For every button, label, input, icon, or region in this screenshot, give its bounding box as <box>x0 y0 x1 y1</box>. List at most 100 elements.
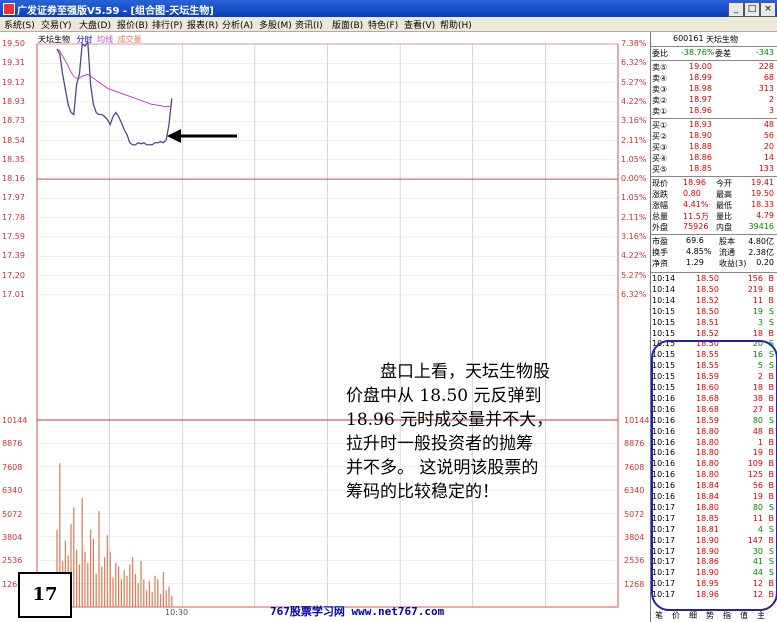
stat-row: 市盈 69.6 股本 4.80亿 <box>651 236 777 247</box>
panel-cell: 10:15 <box>652 350 676 360</box>
panel-tab[interactable]: 值 <box>740 610 748 621</box>
panel-cell: 10:15 <box>652 372 676 382</box>
panel-cell: B <box>768 535 775 545</box>
volume-tick-label-right: 10144 <box>624 416 650 425</box>
panel-cell: 18.50 <box>696 306 719 316</box>
title-bar: 广发证券至强版V5.59 - [组合图-天坛生物] _ □ × <box>0 0 777 17</box>
pct-tick-label: 5.27% <box>621 77 647 87</box>
tick-row: 10:16 18.84 19 B <box>651 492 777 503</box>
panel-cell: 18.93 <box>689 120 712 129</box>
annotation-line: 拉升时一般投资者的抛筹 <box>346 434 533 454</box>
close-button[interactable]: × <box>760 2 776 17</box>
tick-row: 10:16 18.59 80 S <box>651 416 777 427</box>
menu-system[interactable]: 系统(S) <box>4 18 35 31</box>
panel-cell: 125 <box>747 470 763 480</box>
tick-row: 10:15 18.52 18 B <box>651 329 777 340</box>
price-tick-label: 18.35 <box>2 154 25 164</box>
panel-cell: 卖③ <box>652 85 668 94</box>
panel-cell: S <box>768 350 774 360</box>
menu-analysis[interactable]: 分析(A) <box>222 18 253 31</box>
panel-tab[interactable]: 指 <box>723 610 731 621</box>
menu-quote[interactable]: 报价(B) <box>117 18 148 31</box>
panel-cell: 10:14 <box>652 274 676 283</box>
tick-row: 10:15 18.50 20 S <box>651 339 777 350</box>
panel-cell: 10:17 <box>652 513 676 523</box>
panel-cell: 10:17 <box>652 568 676 578</box>
panel-cell: 11 <box>752 513 763 523</box>
menu-help[interactable]: 帮助(H) <box>440 18 472 31</box>
panel-cell: 买① <box>652 121 668 130</box>
panel-cell: 18.55 <box>696 361 719 371</box>
menu-multi[interactable]: 多股(M) <box>259 18 292 31</box>
panel-cell: S <box>768 306 774 316</box>
panel-cell: 10:14 <box>652 284 676 294</box>
panel-cell: 600161 <box>673 34 704 43</box>
panel-cell: 3 <box>757 317 763 327</box>
tick-row: 10:15 18.60 18 B <box>651 383 777 394</box>
panel-tab[interactable]: 势 <box>706 610 714 621</box>
panel-cell: 委差 <box>715 49 731 58</box>
panel-cell: B <box>768 295 775 305</box>
volume-tick-label-right: 8876 <box>624 439 645 449</box>
panel-cell: 19.41 <box>751 178 774 187</box>
intraday-chart-area[interactable]: 天坛生物 分时 均线 成交量 19.50 7.38% 19.31 6.32% 19.12… <box>0 32 651 622</box>
menu-special[interactable]: 特色(F) <box>368 18 398 31</box>
panel-cell: 228 <box>758 62 774 71</box>
price-tick-label: 17.39 <box>2 251 25 261</box>
menu-view[interactable]: 查看(V) <box>404 18 435 31</box>
panel-cell: 0.80 <box>683 189 701 198</box>
panel-cell: S <box>768 546 774 556</box>
bid-row: 买③ 18.88 20 <box>651 142 777 153</box>
price-tick-label: 19.31 <box>2 58 25 68</box>
menu-report[interactable]: 报表(R) <box>187 18 218 31</box>
panel-cell: 18.33 <box>751 200 774 209</box>
panel-cell: 净资 <box>652 259 668 268</box>
panel-cell: 3 <box>768 106 774 115</box>
pct-tick-label: 3.16% <box>621 116 647 126</box>
tick-row: 10:17 18.90 44 S <box>651 568 777 579</box>
panel-cell: 买⑤ <box>652 165 668 174</box>
panel-tab[interactable]: 细 <box>689 610 697 621</box>
panel-tab[interactable]: 价 <box>672 610 680 621</box>
menu-news[interactable]: 资讯(I) <box>295 18 323 31</box>
panel-cell: 16 <box>752 350 763 360</box>
panel-cell: 18.96 <box>696 590 719 600</box>
panel-cell: 19 <box>752 492 763 501</box>
menu-rank[interactable]: 排行(P) <box>152 18 182 31</box>
panel-cell: 10:17 <box>652 524 676 534</box>
panel-cell: 换手 <box>652 248 668 257</box>
tick-row: 10:17 18.86 41 S <box>651 557 777 568</box>
tick-row: 10:17 18.90 30 S <box>651 547 777 558</box>
price-tick-label: 17.20 <box>2 270 25 280</box>
panel-divider <box>651 234 777 235</box>
window-title: 广发证券至强版V5.59 - [组合图-天坛生物] <box>17 6 214 17</box>
axis-labels: 19.50 7.38% 19.31 6.32% 19.12 5.27% 18.93 4.22%… <box>0 32 650 622</box>
panel-cell: 109 <box>747 459 763 469</box>
panel-cell: 4.79 <box>756 211 774 220</box>
price-tick-label: 17.78 <box>2 212 25 222</box>
tick-row: 10:15 18.59 2 B <box>651 372 777 383</box>
maximize-button[interactable]: □ <box>744 2 760 17</box>
bid-row: 买① 18.93 48 <box>651 120 777 131</box>
tick-row: 10:16 18.68 27 B <box>651 405 777 416</box>
panel-cell: B <box>768 426 775 436</box>
panel-cell: 1 <box>757 437 763 447</box>
menu-market[interactable]: 大盘(D) <box>79 18 111 31</box>
panel-cell: 18.51 <box>696 317 719 327</box>
panel-cell: 18.60 <box>696 383 719 392</box>
bid-row: 买② 18.90 56 <box>651 131 777 142</box>
minimize-button[interactable]: _ <box>728 2 744 17</box>
panel-cell: -343 <box>755 48 774 57</box>
volume-tick-label-right: 5072 <box>624 509 645 519</box>
panel-cell: 133 <box>758 164 774 173</box>
panel-tab[interactable]: 主 <box>757 610 765 621</box>
panel-cell: 20 <box>752 339 763 349</box>
panel-cell: 18.59 <box>696 372 719 382</box>
panel-cell: 流通 <box>719 248 735 257</box>
menu-trade[interactable]: 交易(Y) <box>41 18 72 31</box>
menu-layout[interactable]: 版面(B) <box>332 18 363 31</box>
pct-tick-label: 3.16% <box>621 232 647 241</box>
panel-tab[interactable]: 笔 <box>655 610 663 621</box>
panel-cell: 10:16 <box>652 492 676 501</box>
panel-cell: S <box>768 415 774 425</box>
